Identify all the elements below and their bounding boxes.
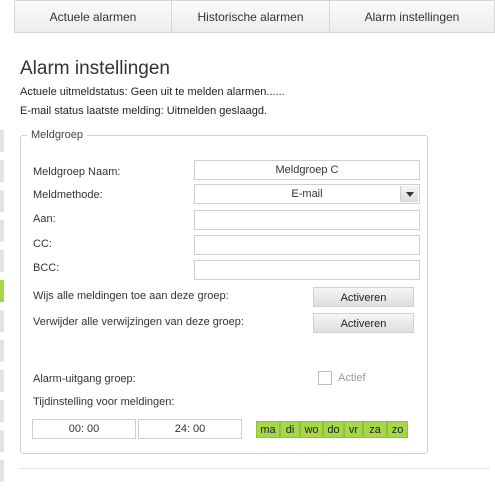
email-status-text: E-mail status laatste melding: Uitmelden… bbox=[20, 105, 268, 117]
active-checkbox[interactable] bbox=[318, 371, 332, 385]
day-toggle-di[interactable]: di bbox=[280, 421, 300, 438]
group-name-label: Meldgroep Naam: bbox=[33, 166, 121, 178]
day-toggle-za[interactable]: za bbox=[363, 421, 387, 438]
day-toggle-do[interactable]: do bbox=[323, 421, 344, 438]
rail-segment bbox=[0, 190, 4, 212]
rail-segment bbox=[0, 460, 4, 482]
rail-segment bbox=[0, 250, 4, 272]
rail-segment bbox=[0, 220, 4, 242]
day-toggle-vr[interactable]: vr bbox=[344, 421, 363, 438]
day-toggle-zo[interactable]: zo bbox=[387, 421, 408, 438]
remove-label: Verwijder alle verwijzingen van deze gro… bbox=[33, 316, 244, 328]
assign-label: Wijs alle meldingen toe aan deze groep: bbox=[33, 290, 229, 302]
rail-segment bbox=[0, 370, 4, 392]
to-label: Aan: bbox=[33, 213, 56, 225]
active-label: Actief bbox=[338, 372, 366, 384]
method-select[interactable]: E-mail bbox=[194, 184, 420, 204]
current-status-text: Actuele uitmeldstatus: Geen uit te melde… bbox=[20, 86, 285, 98]
tab-alarm-instellingen[interactable]: Alarm instellingen bbox=[330, 0, 495, 33]
time-start-input[interactable]: 00: 00 bbox=[32, 419, 136, 439]
method-label: Meldmethode: bbox=[33, 189, 103, 201]
divider bbox=[20, 468, 490, 469]
timing-label: Tijdinstelling voor meldingen: bbox=[33, 396, 175, 408]
rail-segment bbox=[0, 310, 4, 332]
output-group-label: Alarm-uitgang groep: bbox=[33, 373, 136, 385]
chevron-down-icon[interactable] bbox=[400, 186, 418, 202]
rail-segment bbox=[0, 340, 4, 362]
tab-actuele-alarmen[interactable]: Actuele alarmen bbox=[14, 0, 172, 33]
rail-segment bbox=[0, 160, 4, 182]
tab-bar: Actuele alarmen Historische alarmen Alar… bbox=[14, 0, 495, 35]
rail-segment bbox=[0, 130, 4, 152]
bcc-label: BCC: bbox=[33, 262, 60, 274]
time-end-input[interactable]: 24: 00 bbox=[138, 419, 242, 439]
cc-label: CC: bbox=[33, 238, 52, 250]
left-rail bbox=[0, 0, 4, 496]
group-name-input[interactable]: Meldgroep C bbox=[194, 160, 420, 180]
assign-activate-button[interactable]: Activeren bbox=[313, 287, 414, 307]
to-input[interactable] bbox=[194, 210, 420, 230]
rail-segment bbox=[0, 400, 4, 422]
rail-segment bbox=[0, 430, 4, 452]
meldgroep-legend: Meldgroep bbox=[31, 129, 83, 141]
cc-input[interactable] bbox=[194, 235, 420, 255]
remove-activate-button[interactable]: Activeren bbox=[313, 313, 414, 333]
day-toggle-wo[interactable]: wo bbox=[300, 421, 323, 438]
method-select-value: E-mail bbox=[291, 188, 323, 200]
tab-historische-alarmen[interactable]: Historische alarmen bbox=[172, 0, 330, 33]
bcc-input[interactable] bbox=[194, 260, 420, 280]
page-title: Alarm instellingen bbox=[20, 58, 170, 79]
rail-segment-active bbox=[0, 280, 4, 302]
day-toggle-ma[interactable]: ma bbox=[256, 421, 280, 438]
